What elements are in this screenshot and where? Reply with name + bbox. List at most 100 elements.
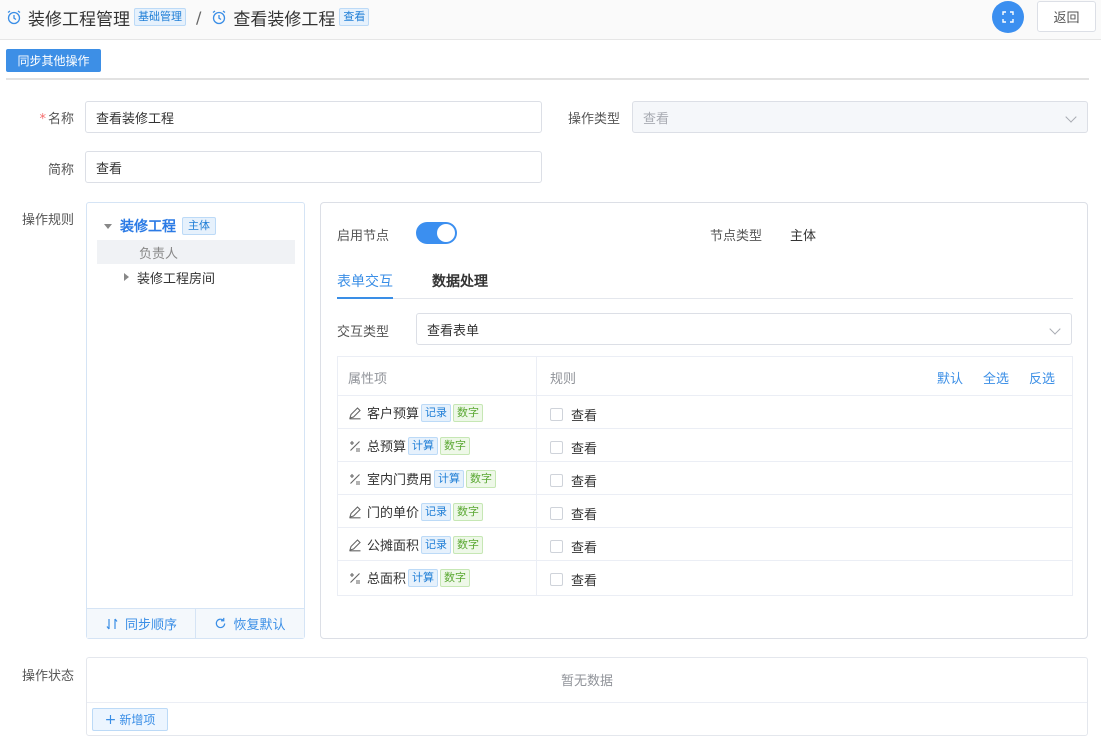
- rule-view-checkbox[interactable]: 查看: [550, 471, 597, 490]
- formula-icon: [350, 572, 360, 584]
- checkbox[interactable]: [550, 408, 563, 421]
- rule-view-checkbox[interactable]: 查看: [550, 438, 597, 457]
- rule-view-checkbox[interactable]: 查看: [550, 504, 597, 523]
- tab-form-interaction[interactable]: 表单交互: [337, 271, 393, 291]
- name-input[interactable]: 查看装修工程: [85, 101, 542, 133]
- operation-status-label: 操作状态: [21, 669, 74, 684]
- fullscreen-icon: [1002, 11, 1014, 23]
- divider: [87, 702, 1087, 703]
- rule-view-checkbox[interactable]: 查看: [550, 405, 597, 424]
- breadcrumb: 装修工程管理 基础管理 / 查看装修工程 查看: [6, 5, 370, 30]
- type-tag: 数字: [440, 436, 471, 455]
- plus-icon: +: [104, 711, 117, 728]
- operation-type-select[interactable]: 查看: [632, 101, 1088, 133]
- checkbox[interactable]: [550, 441, 563, 454]
- type-tag: 数字: [466, 469, 497, 488]
- breadcrumb-separator: /: [196, 7, 202, 27]
- interaction-type-label: 交互类型: [337, 325, 390, 340]
- kind-tag: 记录: [421, 535, 452, 554]
- node-config-panel: 启用节点 节点类型 主体 表单交互 数据处理 交互类型 查看表单 属性项 规则 …: [320, 202, 1088, 639]
- enable-node-toggle[interactable]: [416, 222, 457, 244]
- attribute-name: 室内门费用: [367, 473, 433, 488]
- table-row: 客户预算 记录 数字 查看: [338, 396, 1072, 429]
- app-title[interactable]: 装修工程管理: [28, 5, 130, 30]
- type-tag: 数字: [453, 535, 484, 554]
- default-link[interactable]: 默认: [937, 368, 963, 387]
- sort-arrows-icon: [106, 618, 118, 629]
- caret-right-icon[interactable]: [124, 273, 129, 281]
- operation-status-list: 暂无数据 + 新增项: [86, 657, 1088, 736]
- chevron-down-icon: [1049, 323, 1061, 335]
- tree-node-rooms[interactable]: 装修工程房间: [97, 265, 295, 289]
- attribute-rules-table: 属性项 规则 默认 全选 反选 客户预算 记录 数字 查看 总预算 计算 数字 …: [337, 356, 1073, 596]
- node-tree-panel: 装修工程 主体 负责人 装修工程房间 同步顺序 恢复默认: [86, 202, 305, 639]
- page-title: 查看装修工程: [233, 9, 336, 30]
- divider: [6, 78, 1089, 80]
- tree-footer: 同步顺序 恢复默认: [87, 608, 304, 638]
- table-row: 室内门费用 计算 数字 查看: [338, 462, 1072, 495]
- node-type-label: 节点类型: [710, 229, 763, 244]
- sync-other-operations-button[interactable]: 同步其他操作: [6, 49, 101, 72]
- pencil-icon: [349, 505, 361, 518]
- pencil-icon: [349, 406, 361, 419]
- checkbox[interactable]: [550, 540, 563, 553]
- restore-default-button[interactable]: 恢复默认: [195, 609, 304, 638]
- node-type-value: 主体: [790, 229, 817, 244]
- tab-data-processing[interactable]: 数据处理: [432, 271, 488, 291]
- name-label: * 名称: [39, 112, 74, 127]
- invert-selection-link[interactable]: 反选: [1029, 368, 1055, 387]
- table-header: 属性项 规则 默认 全选 反选: [338, 357, 1072, 396]
- attribute-name: 总面积: [367, 572, 407, 587]
- table-row: 门的单价 记录 数字 查看: [338, 495, 1072, 528]
- required-mark: *: [39, 112, 46, 127]
- table-row: 总面积 计算 数字 查看: [338, 561, 1072, 594]
- toggle-knob: [437, 224, 455, 242]
- caret-down-icon[interactable]: [104, 223, 112, 229]
- alarm-clock-icon: [7, 10, 21, 25]
- kind-tag: 计算: [408, 436, 439, 455]
- table-row: 公摊面积 记录 数字 查看: [338, 528, 1072, 561]
- formula-icon: [350, 473, 360, 485]
- attribute-name: 客户预算: [367, 407, 420, 422]
- page-tag: 查看: [339, 8, 370, 26]
- type-tag: 数字: [453, 502, 484, 521]
- operation-rules-label: 操作规则: [21, 213, 74, 228]
- rule-view-checkbox[interactable]: 查看: [550, 537, 597, 556]
- type-tag: 数字: [440, 568, 471, 587]
- checkbox[interactable]: [550, 474, 563, 487]
- tree-node-tag: 主体: [182, 217, 216, 235]
- tab-divider: [337, 298, 1073, 299]
- add-item-button[interactable]: + 新增项: [92, 708, 168, 731]
- operation-type-value: 查看: [643, 111, 670, 127]
- interaction-type-select[interactable]: 查看表单: [416, 313, 1072, 345]
- active-tab-indicator: [337, 297, 393, 299]
- type-tag: 数字: [453, 403, 484, 422]
- attribute-name: 门的单价: [367, 506, 420, 521]
- select-all-link[interactable]: 全选: [983, 368, 1009, 387]
- alarm-clock-icon: [213, 10, 226, 25]
- interaction-type-value: 查看表单: [427, 323, 480, 339]
- operation-type-label: 操作类型: [567, 112, 620, 127]
- tree-node-label: 负责人: [139, 246, 179, 262]
- pencil-icon: [349, 538, 361, 551]
- enable-node-label: 启用节点: [337, 229, 390, 244]
- tree-node-owner[interactable]: 负责人: [97, 240, 295, 264]
- back-button[interactable]: 返回: [1037, 1, 1096, 32]
- fullscreen-button[interactable]: [992, 1, 1024, 33]
- checkbox[interactable]: [550, 573, 563, 586]
- kind-tag: 计算: [434, 469, 465, 488]
- short-name-input[interactable]: 查看: [85, 151, 542, 183]
- sync-order-button[interactable]: 同步顺序: [87, 609, 195, 638]
- tree-node-root[interactable]: 装修工程 主体: [97, 214, 295, 238]
- rule-view-checkbox[interactable]: 查看: [550, 570, 597, 589]
- short-name-label: 简称: [47, 163, 74, 178]
- kind-tag: 记录: [421, 502, 452, 521]
- checkbox[interactable]: [550, 507, 563, 520]
- formula-icon: [350, 440, 360, 452]
- tree-node-label: 装修工程房间: [137, 271, 216, 287]
- tree-node-label: 装修工程: [120, 219, 176, 235]
- attribute-name: 总预算: [367, 440, 407, 455]
- attribute-name: 公摊面积: [367, 539, 420, 554]
- page-header: 装修工程管理 基础管理 / 查看装修工程 查看 返回: [0, 0, 1101, 40]
- column-header-rule: 规则: [550, 372, 577, 387]
